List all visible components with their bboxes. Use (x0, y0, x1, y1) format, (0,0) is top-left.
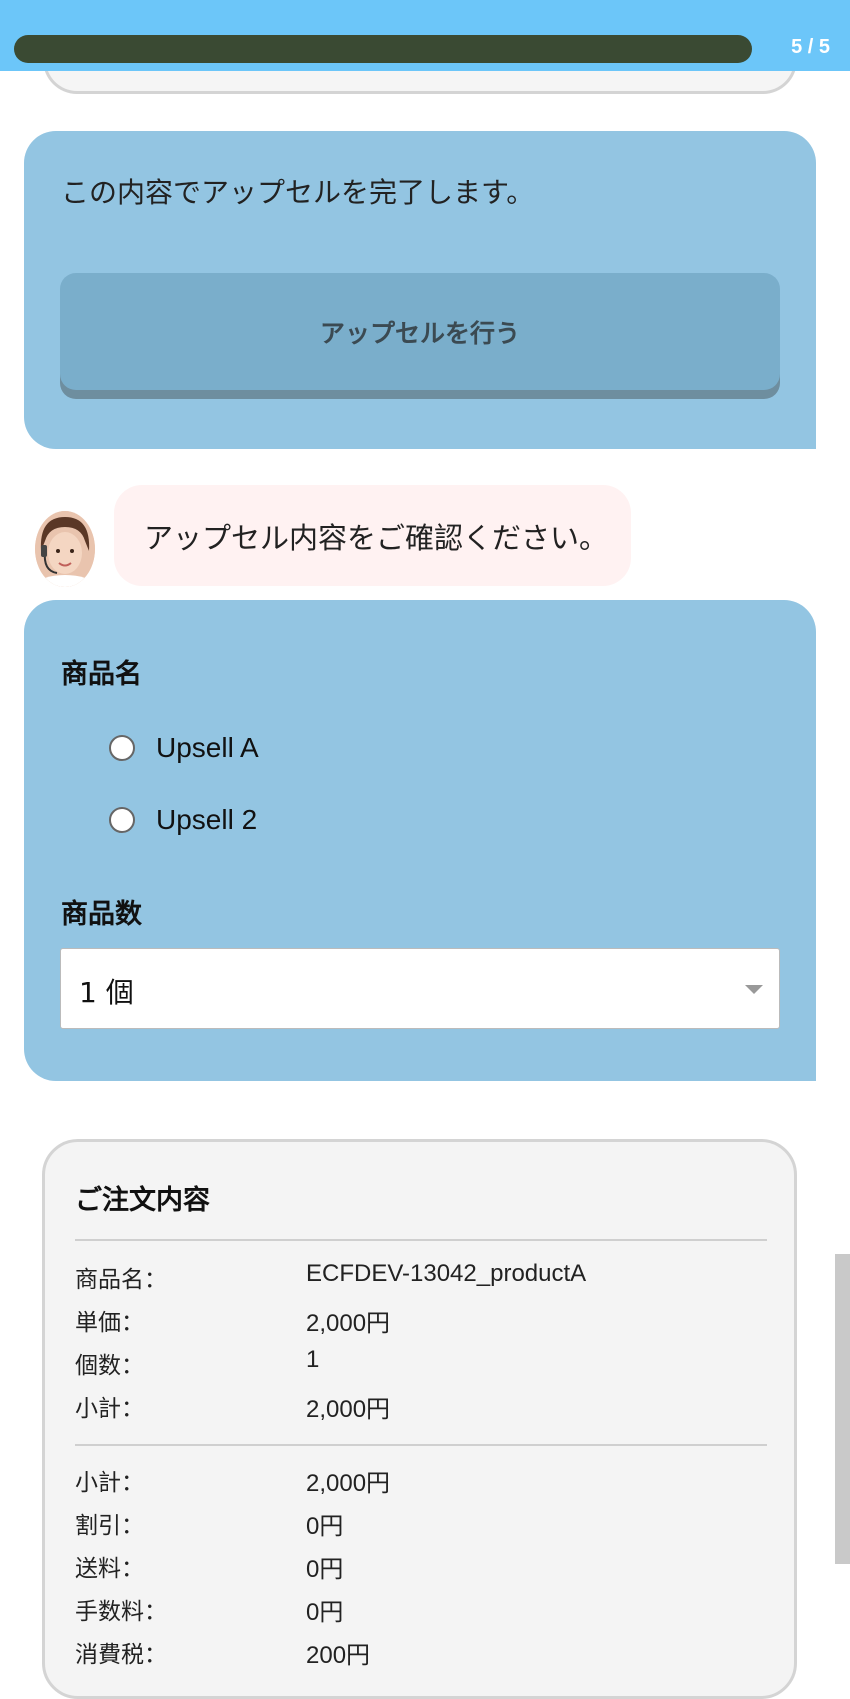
order-row-key: 個数： (75, 1353, 144, 1379)
quantity-select[interactable]: 1 個 (60, 948, 780, 1029)
total-row-value: 0円 (306, 1599, 344, 1626)
radio-button[interactable] (109, 735, 135, 761)
total-row-key: 消費税： (75, 1642, 167, 1668)
order-row-key: 単価： (75, 1310, 144, 1336)
total-row-key: 送料： (75, 1556, 144, 1582)
order-row-value: 2,000円 (306, 1310, 391, 1337)
product-option-label: Upsell A (156, 732, 259, 763)
order-row-value: 2,000円 (306, 1396, 391, 1423)
order-row-key: 商品名： (75, 1267, 167, 1293)
chat-message: アップセル内容をご確認ください。 (144, 521, 609, 555)
product-name-label: 商品名 (61, 659, 142, 690)
radio-button[interactable] (109, 807, 135, 833)
total-row-value: 0円 (306, 1513, 344, 1540)
upsell-form-panel: 商品名 Upsell A Upsell 2 商品数 1 個 (24, 600, 816, 1081)
order-row-value: 1 (306, 1346, 320, 1373)
divider (75, 1239, 767, 1241)
product-option-label: Upsell 2 (156, 804, 258, 835)
divider (75, 1444, 767, 1446)
order-row-value: ECFDEV-13042_productA (306, 1260, 587, 1287)
total-row-value: 2,000円 (306, 1470, 391, 1497)
progress-header: 5 / 5 (0, 0, 850, 71)
total-row-value: 0円 (306, 1556, 344, 1583)
chat-bubble: アップセル内容をご確認ください。 (114, 485, 631, 586)
total-row-value: 200円 (306, 1642, 371, 1669)
confirm-panel: この内容でアップセルを完了します。 アップセルを行う (24, 131, 816, 449)
total-row-key: 手数料： (75, 1599, 167, 1625)
scrollbar-thumb[interactable] (835, 1254, 850, 1564)
total-row-key: 小計： (75, 1470, 144, 1496)
operator-avatar-icon (35, 511, 95, 587)
product-option-upsell-2[interactable]: Upsell 2 (109, 804, 257, 836)
confirm-message: この内容でアップセルを完了します。 (61, 176, 535, 209)
progress-bar (14, 35, 752, 63)
chevron-down-icon (745, 985, 763, 994)
order-summary-card: ご注文内容 商品名： ECFDEV-13042_productA 単価： 2,0… (42, 1139, 797, 1699)
quantity-select-value: 1 個 (79, 976, 134, 1009)
order-row-key: 小計： (75, 1396, 144, 1422)
quantity-label: 商品数 (61, 899, 142, 930)
total-row-key: 割引： (75, 1513, 144, 1539)
progress-count: 5 / 5 (791, 36, 830, 58)
upsell-submit-button[interactable]: アップセルを行う (60, 273, 780, 390)
order-summary-title: ご注文内容 (75, 1185, 210, 1216)
product-option-upsell-a[interactable]: Upsell A (109, 732, 259, 764)
